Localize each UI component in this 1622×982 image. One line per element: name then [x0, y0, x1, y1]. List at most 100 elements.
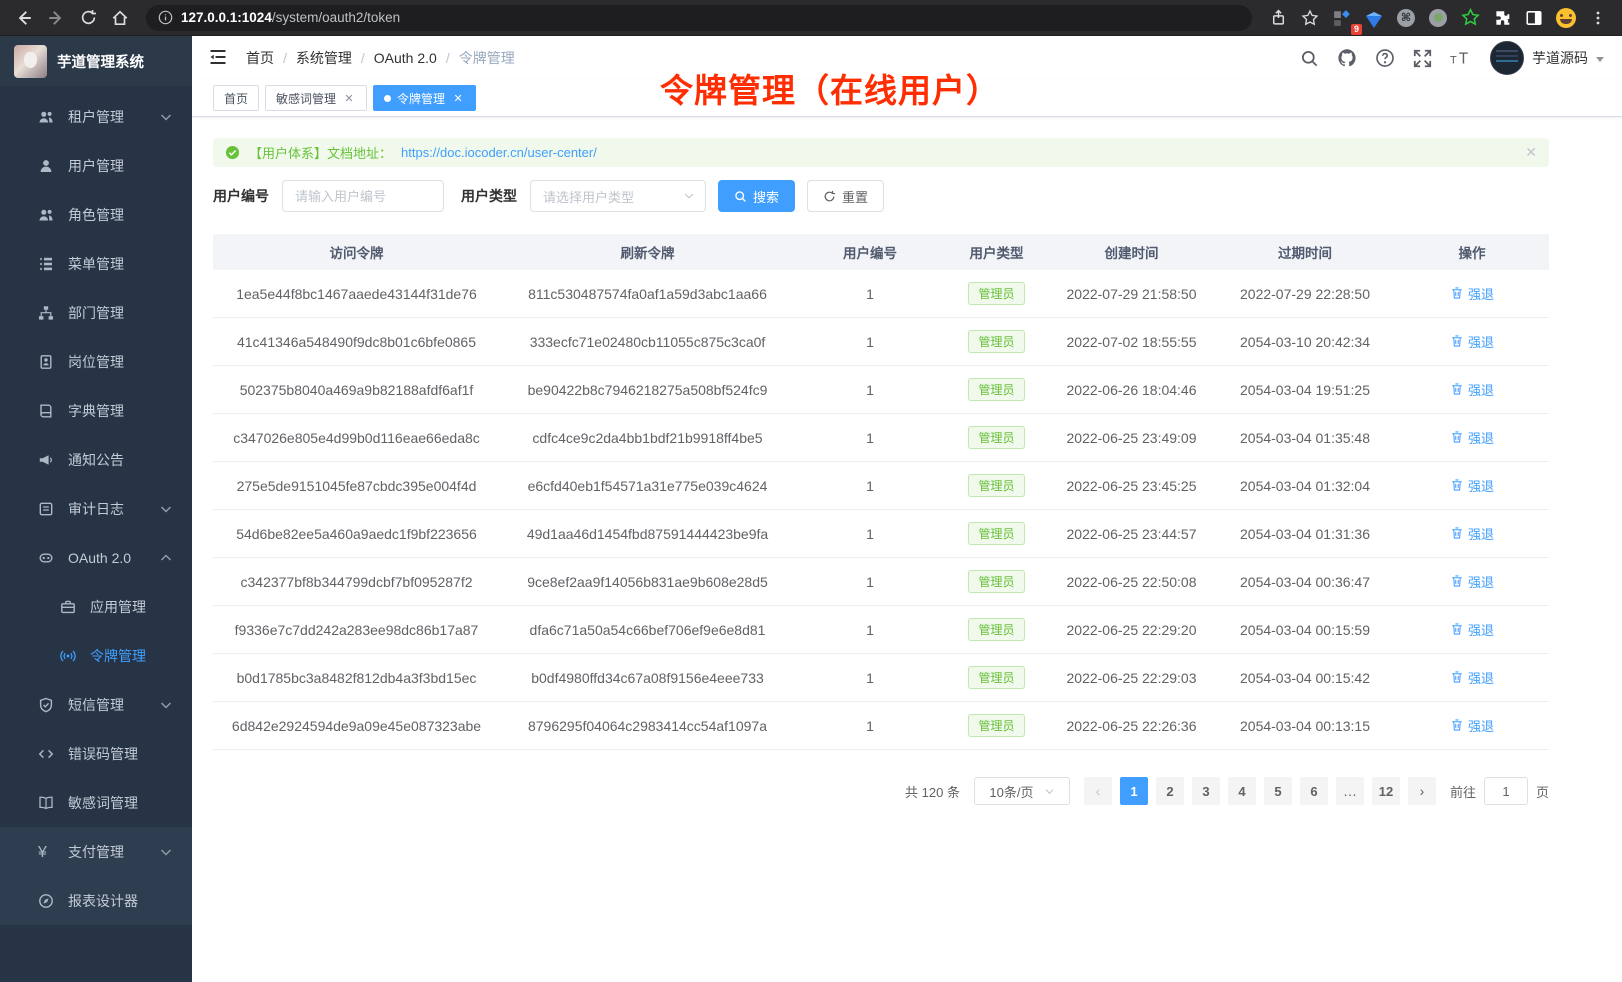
- column-header-过期时间: 过期时间: [1215, 242, 1395, 262]
- profile-avatar-icon[interactable]: [1552, 4, 1580, 32]
- created-time-cell: 2022-06-25 23:45:25: [1048, 478, 1215, 494]
- force-logout-button[interactable]: 强退: [1450, 428, 1494, 447]
- access-token-cell: f9336e7c7dd242a283ee98dc86b17a87: [213, 622, 500, 638]
- alert-close-icon[interactable]: ✕: [1525, 144, 1537, 161]
- page-button-4[interactable]: 4: [1228, 777, 1256, 805]
- user-type-cell: 管理员: [945, 618, 1048, 641]
- access-token-cell: b0d1785bc3a8482f812db4a3f3bd15ec: [213, 670, 500, 686]
- access-token-cell: 1ea5e44f8bc1467aaede43144f31de76: [213, 286, 500, 302]
- page-button-2[interactable]: 2: [1156, 777, 1184, 805]
- sidebar-item-令牌管理[interactable]: 令牌管理: [0, 631, 192, 680]
- extension-grid-icon[interactable]: 9: [1328, 4, 1356, 32]
- force-logout-button[interactable]: 强退: [1450, 476, 1494, 495]
- user-menu[interactable]: 芋道源码: [1490, 41, 1604, 75]
- user-type-cell: 管理员: [945, 522, 1048, 545]
- page-button-3[interactable]: 3: [1192, 777, 1220, 805]
- more-pages-button[interactable]: …: [1336, 777, 1364, 805]
- tab-敏感词管理[interactable]: 敏感词管理✕: [265, 85, 367, 111]
- force-logout-button[interactable]: 强退: [1450, 620, 1494, 639]
- force-logout-button[interactable]: 强退: [1450, 716, 1494, 735]
- breadcrumb-home[interactable]: 首页: [246, 48, 274, 68]
- next-page-button[interactable]: ›: [1408, 777, 1436, 805]
- tab-首页[interactable]: 首页: [213, 85, 259, 111]
- close-tab-icon[interactable]: ✕: [451, 91, 465, 105]
- github-icon[interactable]: [1337, 48, 1357, 68]
- sidebar-item-岗位管理[interactable]: 岗位管理: [0, 337, 192, 386]
- reload-icon[interactable]: [74, 4, 102, 32]
- table-body: 1ea5e44f8bc1467aaede43144f31de76811c5304…: [213, 270, 1549, 750]
- share-icon[interactable]: [1264, 4, 1292, 32]
- sidebar-item-租户管理[interactable]: 租户管理: [0, 92, 192, 141]
- close-tab-icon[interactable]: ✕: [342, 91, 356, 105]
- puzzle-extensions-icon[interactable]: [1488, 4, 1516, 32]
- green-star-extension-icon[interactable]: [1456, 4, 1484, 32]
- app-logo-band[interactable]: 芋道管理系统: [0, 36, 192, 86]
- user-type-select[interactable]: 请选择用户类型: [530, 180, 706, 212]
- sidebar-item-敏感词管理[interactable]: 敏感词管理: [0, 778, 192, 827]
- prev-page-button[interactable]: ‹: [1084, 777, 1112, 805]
- search-button[interactable]: 搜索: [718, 180, 795, 212]
- sidebar-item-应用管理[interactable]: 应用管理: [0, 582, 192, 631]
- bookmark-star-icon[interactable]: [1296, 4, 1324, 32]
- tab-令牌管理[interactable]: 令牌管理✕: [373, 85, 476, 111]
- chevron-up-icon: [158, 550, 174, 566]
- gem-extension-icon[interactable]: [1360, 4, 1388, 32]
- sidebar-item-菜单管理[interactable]: 菜单管理: [0, 239, 192, 288]
- recorder-extension-icon[interactable]: [1424, 4, 1452, 32]
- page-button-12[interactable]: 12: [1372, 777, 1400, 805]
- sidebar-item-错误码管理[interactable]: 错误码管理: [0, 729, 192, 778]
- force-logout-button[interactable]: 强退: [1450, 668, 1494, 687]
- sidebar-item-部门管理[interactable]: 部门管理: [0, 288, 192, 337]
- sidebar-item-用户管理[interactable]: 用户管理: [0, 141, 192, 190]
- page-button-5[interactable]: 5: [1264, 777, 1292, 805]
- address-bar[interactable]: 127.0.0.1:1024/system/oauth2/token: [146, 5, 1252, 31]
- reset-button[interactable]: 重置: [807, 180, 884, 212]
- home-icon[interactable]: [106, 4, 134, 32]
- sidebar-item-短信管理[interactable]: 短信管理: [0, 680, 192, 729]
- help-icon[interactable]: [1375, 48, 1395, 68]
- site-info-icon[interactable]: [158, 10, 173, 25]
- browser-menu-icon[interactable]: [1584, 4, 1612, 32]
- navbar: 首页 / 系统管理 / OAuth 2.0 / 令牌管理: [192, 36, 1622, 80]
- sidebar-item-审计日志[interactable]: 审计日志: [0, 484, 192, 533]
- user-id-input[interactable]: [282, 180, 444, 212]
- force-logout-button[interactable]: 强退: [1450, 572, 1494, 591]
- broadcast-icon: [60, 648, 76, 664]
- back-icon[interactable]: [10, 4, 38, 32]
- force-logout-button[interactable]: 强退: [1450, 380, 1494, 399]
- sidebar-item-字典管理[interactable]: 字典管理: [0, 386, 192, 435]
- sidebar-item-角色管理[interactable]: 角色管理: [0, 190, 192, 239]
- force-logout-button[interactable]: 强退: [1450, 332, 1494, 351]
- breadcrumb-oauth[interactable]: OAuth 2.0: [374, 50, 437, 66]
- doc-link[interactable]: https://doc.iocoder.cn/user-center/: [401, 145, 597, 160]
- page-size-select[interactable]: 10条/页: [974, 777, 1070, 805]
- force-logout-button[interactable]: 强退: [1450, 524, 1494, 543]
- expire-time-cell: 2054-03-04 01:31:36: [1215, 526, 1395, 542]
- table-row: 1ea5e44f8bc1467aaede43144f31de76811c5304…: [213, 270, 1549, 318]
- command-extension-icon[interactable]: ⌘: [1392, 4, 1420, 32]
- breadcrumb-system[interactable]: 系统管理: [296, 48, 352, 68]
- search-icon: [734, 190, 747, 203]
- user-type-cell: 管理员: [945, 570, 1048, 593]
- fullscreen-icon[interactable]: [1413, 49, 1432, 68]
- font-size-icon[interactable]: TT: [1450, 48, 1472, 68]
- user-type-badge: 管理员: [968, 522, 1024, 545]
- sidebar-item-OAuth 2.0[interactable]: OAuth 2.0: [0, 533, 192, 582]
- force-logout-button[interactable]: 强退: [1450, 284, 1494, 303]
- sidebar-item-支付管理[interactable]: ¥支付管理: [0, 827, 192, 876]
- user-icon: [38, 158, 54, 174]
- sidebar-item-通知公告[interactable]: 通知公告: [0, 435, 192, 484]
- chevron-down-icon: [1044, 786, 1055, 797]
- side-panel-icon[interactable]: [1520, 4, 1548, 32]
- column-header-用户编号: 用户编号: [795, 242, 945, 262]
- page-button-1[interactable]: 1: [1120, 777, 1148, 805]
- sidebar-item-报表设计器[interactable]: 报表设计器: [0, 876, 192, 925]
- column-header-刷新令牌: 刷新令牌: [500, 242, 795, 262]
- goto-page-input[interactable]: [1484, 777, 1528, 805]
- main-panel: 首页 / 系统管理 / OAuth 2.0 / 令牌管理: [192, 36, 1622, 982]
- search-icon[interactable]: [1300, 49, 1319, 68]
- user-type-badge: 管理员: [968, 426, 1024, 449]
- forward-icon[interactable]: [42, 4, 70, 32]
- page-button-6[interactable]: 6: [1300, 777, 1328, 805]
- collapse-sidebar-icon[interactable]: [208, 47, 230, 69]
